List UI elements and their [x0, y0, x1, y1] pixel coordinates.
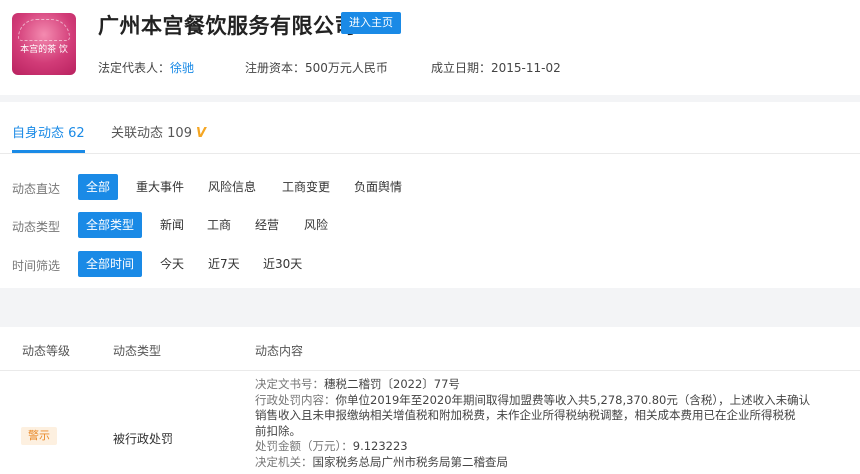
table-header: 动态等级 动态类型 动态内容	[0, 327, 860, 371]
tab-related-label: 关联动态	[111, 126, 164, 141]
authority-line: 决定机关：国家税务总局广州市税务局第二稽查局	[255, 455, 855, 471]
legal-representative-label: 法定代表人：	[98, 61, 171, 75]
filter-direct-negative-news[interactable]: 负面舆情	[346, 174, 410, 200]
filter-row-time: 时间筛选 全部时间 今天 近7天 近30天	[0, 251, 860, 277]
logo-text: 本宫的茶 饮	[20, 45, 68, 55]
filter-row-type: 动态类型 全部类型 新闻 工商 经营 风险	[0, 212, 860, 238]
filter-type-risk[interactable]: 风险	[296, 212, 336, 238]
filter-label-type: 动态类型	[12, 220, 61, 234]
filter-type-all[interactable]: 全部类型	[78, 212, 143, 238]
filter-label-direct: 动态直达	[12, 182, 61, 196]
enter-homepage-button[interactable]: 进入主页	[341, 12, 401, 34]
authority-label: 决定机关：	[255, 454, 313, 469]
penalty-content-text-1: 你单位2019年至2020年期间取得加盟费等收入共5,278,370.80元（含…	[335, 392, 811, 407]
filter-direct-business-change[interactable]: 工商变更	[274, 174, 338, 200]
filters-panel: 自身动态 62 关联动态 109 V 动态直达 全部 重大事件 风险信息 工商变更…	[0, 102, 860, 288]
dynamics-table: 动态等级 动态类型 动态内容 警示 被行政处罚 决定文书号：穗税二稽罚〔2022…	[0, 327, 860, 474]
filter-time-today[interactable]: 今天	[152, 251, 192, 277]
document-number-value: 穗税二稽罚〔2022〕77号	[324, 377, 460, 391]
header-level: 动态等级	[22, 344, 71, 358]
tab-related-dynamics[interactable]: 关联动态 109 V	[111, 122, 206, 141]
filter-type-news[interactable]: 新闻	[152, 212, 192, 238]
level-badge-warning: 警示	[21, 427, 57, 445]
established-date-label: 成立日期：	[431, 61, 492, 75]
penalty-amount-label: 处罚金额（万元）：	[255, 439, 353, 453]
penalty-amount-value: 9.123223	[352, 439, 408, 453]
filter-time-all[interactable]: 全部时间	[78, 251, 143, 277]
dynamic-content[interactable]: 决定文书号：穗税二稽罚〔2022〕77号 行政处罚内容：你单位2019年至202…	[255, 377, 855, 470]
dynamics-tabs: 自身动态 62 关联动态 109 V	[0, 102, 860, 154]
established-date: 成立日期：2015-11-02	[431, 59, 561, 76]
active-tab-indicator	[12, 150, 85, 153]
penalty-content-text-2: 销售收入且未申报缴纳相关增值税和附加税费，未作企业所得税纳税调整，相关成本费用已…	[255, 408, 796, 422]
legal-representative: 法定代表人：徐驰	[98, 59, 194, 76]
header-type: 动态类型	[113, 344, 162, 358]
document-number-label: 决定文书号：	[255, 377, 324, 391]
filter-direct-major-events[interactable]: 重大事件	[128, 174, 192, 200]
header-content: 动态内容	[255, 344, 304, 358]
company-logo: 本宫的茶 饮	[12, 13, 76, 75]
registered-capital-value: 500万元人民币	[305, 61, 388, 75]
tab-self-dynamics[interactable]: 自身动态 62	[12, 122, 85, 141]
filter-label-time: 时间筛选	[12, 259, 61, 273]
established-date-value: 2015-11-02	[491, 61, 561, 75]
filter-row-direct: 动态直达 全部 重大事件 风险信息 工商变更 负面舆情	[0, 174, 860, 200]
penalty-content-text-3: 前扣除。	[255, 423, 301, 438]
company-name: 广州本宫餐饮服务有限公司	[98, 14, 356, 38]
company-header: 本宫的茶 饮 广州本宫餐饮服务有限公司 进入主页 法定代表人：徐驰 注册资本：5…	[0, 0, 860, 95]
registered-capital: 注册资本：500万元人民币	[245, 59, 388, 76]
filter-time-7days[interactable]: 近7天	[200, 251, 248, 277]
document-number-line: 决定文书号：穗税二稽罚〔2022〕77号	[255, 377, 855, 393]
tab-self-count: 62	[68, 126, 85, 141]
filter-time-30days[interactable]: 近30天	[255, 251, 310, 277]
logo-decoration	[18, 19, 70, 41]
filter-type-operations[interactable]: 经营	[247, 212, 287, 238]
legal-representative-link[interactable]: 徐驰	[170, 61, 194, 75]
vip-icon: V	[195, 126, 207, 141]
tab-self-label: 自身动态	[12, 126, 65, 141]
penalty-amount-line: 处罚金额（万元）：9.123223	[255, 439, 855, 455]
penalty-content-label: 行政处罚内容：	[255, 392, 336, 407]
filter-direct-all[interactable]: 全部	[78, 174, 119, 200]
authority-value: 国家税务总局广州市税务局第二稽查局	[312, 454, 509, 469]
filter-direct-risk-info[interactable]: 风险信息	[200, 174, 264, 200]
filter-type-business[interactable]: 工商	[199, 212, 239, 238]
dynamic-type: 被行政处罚	[113, 432, 174, 446]
penalty-content-line: 行政处罚内容：你单位2019年至2020年期间取得加盟费等收入共5,278,37…	[255, 393, 855, 409]
tab-related-count: 109	[167, 126, 192, 141]
registered-capital-label: 注册资本：	[245, 61, 306, 75]
